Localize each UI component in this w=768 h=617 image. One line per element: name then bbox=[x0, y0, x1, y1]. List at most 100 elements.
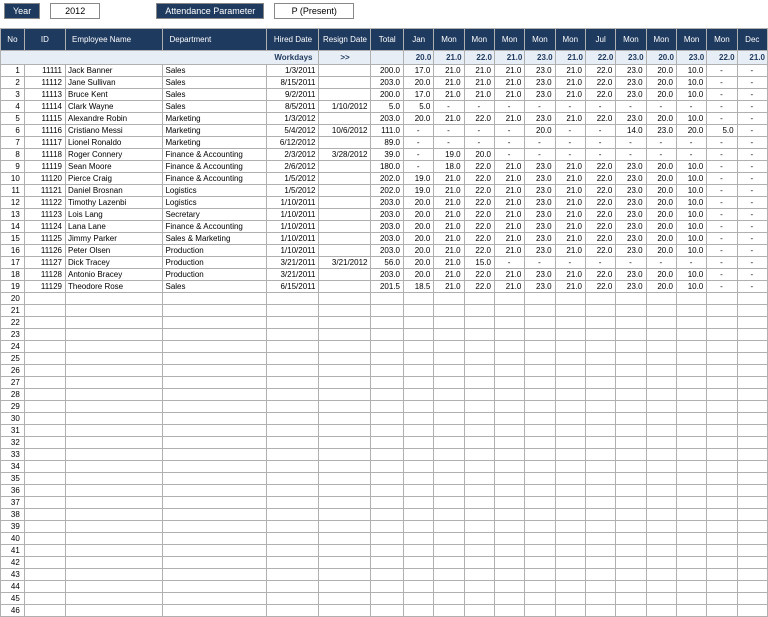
cell[interactable] bbox=[163, 581, 267, 593]
cell[interactable] bbox=[555, 437, 585, 449]
cell[interactable] bbox=[707, 365, 737, 377]
cell[interactable]: - bbox=[707, 185, 737, 197]
cell[interactable] bbox=[737, 329, 767, 341]
cell[interactable] bbox=[494, 389, 524, 401]
cell[interactable] bbox=[737, 473, 767, 485]
cell[interactable] bbox=[494, 401, 524, 413]
cell[interactable] bbox=[464, 509, 494, 521]
cell[interactable]: 20.0 bbox=[646, 269, 676, 281]
table-row-empty[interactable]: 42 bbox=[1, 557, 768, 569]
cell[interactable]: 11119 bbox=[24, 161, 65, 173]
cell[interactable] bbox=[464, 377, 494, 389]
cell[interactable]: 23.0 bbox=[616, 161, 646, 173]
cell[interactable] bbox=[371, 437, 404, 449]
cell[interactable] bbox=[585, 329, 615, 341]
cell[interactable] bbox=[646, 377, 676, 389]
cell[interactable]: 22.0 bbox=[464, 185, 494, 197]
table-row[interactable]: 311113Bruce KentSales9/2/2011200.017.021… bbox=[1, 89, 768, 101]
cell[interactable]: 5.0 bbox=[371, 101, 404, 113]
cell[interactable] bbox=[707, 377, 737, 389]
cell[interactable] bbox=[616, 581, 646, 593]
cell[interactable]: 8/15/2011 bbox=[267, 77, 319, 89]
cell[interactable] bbox=[494, 425, 524, 437]
cell[interactable] bbox=[737, 305, 767, 317]
cell[interactable] bbox=[494, 581, 524, 593]
cell[interactable] bbox=[464, 413, 494, 425]
cell[interactable] bbox=[464, 305, 494, 317]
cell[interactable] bbox=[65, 557, 163, 569]
cell[interactable]: - bbox=[737, 209, 767, 221]
cell[interactable] bbox=[707, 401, 737, 413]
cell[interactable] bbox=[494, 473, 524, 485]
table-row-empty[interactable]: 32 bbox=[1, 437, 768, 449]
cell[interactable] bbox=[525, 509, 555, 521]
cell[interactable]: 28 bbox=[1, 389, 25, 401]
table-row-empty[interactable]: 45 bbox=[1, 593, 768, 605]
cell[interactable] bbox=[707, 509, 737, 521]
cell[interactable] bbox=[464, 461, 494, 473]
cell[interactable] bbox=[371, 581, 404, 593]
cell[interactable]: 203.0 bbox=[371, 77, 404, 89]
cell[interactable] bbox=[555, 497, 585, 509]
cell[interactable] bbox=[555, 545, 585, 557]
cell[interactable] bbox=[65, 593, 163, 605]
cell[interactable] bbox=[464, 569, 494, 581]
cell[interactable]: 21.0 bbox=[555, 89, 585, 101]
cell[interactable] bbox=[319, 89, 371, 101]
cell[interactable]: 11126 bbox=[24, 245, 65, 257]
cell[interactable]: 22.0 bbox=[464, 233, 494, 245]
cell[interactable]: - bbox=[707, 149, 737, 161]
cell[interactable] bbox=[319, 365, 371, 377]
cell[interactable] bbox=[555, 389, 585, 401]
cell[interactable] bbox=[525, 377, 555, 389]
cell[interactable]: 23.0 bbox=[616, 245, 646, 257]
cell[interactable] bbox=[585, 461, 615, 473]
cell[interactable]: 5.0 bbox=[707, 125, 737, 137]
cell[interactable]: - bbox=[464, 137, 494, 149]
cell[interactable]: - bbox=[707, 269, 737, 281]
cell[interactable] bbox=[676, 593, 706, 605]
cell[interactable]: Sales bbox=[163, 65, 267, 77]
cell[interactable]: Antonio Bracey bbox=[65, 269, 163, 281]
cell[interactable] bbox=[494, 569, 524, 581]
table-row[interactable]: 811118Roger ConneryFinance & Accounting2… bbox=[1, 149, 768, 161]
cell[interactable]: - bbox=[494, 137, 524, 149]
cell[interactable]: 21.0 bbox=[434, 185, 464, 197]
cell[interactable]: - bbox=[707, 113, 737, 125]
cell[interactable] bbox=[403, 377, 433, 389]
cell[interactable]: 22.0 bbox=[585, 245, 615, 257]
cell[interactable]: 21.0 bbox=[434, 197, 464, 209]
cell[interactable]: - bbox=[737, 257, 767, 269]
cell[interactable] bbox=[434, 377, 464, 389]
cell[interactable] bbox=[707, 305, 737, 317]
cell[interactable] bbox=[319, 209, 371, 221]
table-row-empty[interactable]: 20 bbox=[1, 293, 768, 305]
cell[interactable] bbox=[525, 485, 555, 497]
cell[interactable]: 21.0 bbox=[555, 245, 585, 257]
cell[interactable]: 22.0 bbox=[464, 209, 494, 221]
cell[interactable] bbox=[434, 605, 464, 617]
cell[interactable]: 35 bbox=[1, 473, 25, 485]
cell[interactable]: 22.0 bbox=[585, 197, 615, 209]
cell[interactable]: 21.0 bbox=[555, 197, 585, 209]
cell[interactable] bbox=[525, 365, 555, 377]
cell[interactable] bbox=[464, 293, 494, 305]
cell[interactable]: 11121 bbox=[24, 185, 65, 197]
cell[interactable] bbox=[585, 497, 615, 509]
cell[interactable]: 23.0 bbox=[616, 209, 646, 221]
cell[interactable] bbox=[585, 437, 615, 449]
cell[interactable] bbox=[555, 401, 585, 413]
cell[interactable] bbox=[319, 197, 371, 209]
cell[interactable] bbox=[24, 377, 65, 389]
cell[interactable] bbox=[676, 581, 706, 593]
cell[interactable]: 20.0 bbox=[646, 197, 676, 209]
cell[interactable]: - bbox=[737, 221, 767, 233]
cell[interactable] bbox=[585, 293, 615, 305]
cell[interactable]: 18 bbox=[1, 269, 25, 281]
cell[interactable] bbox=[737, 389, 767, 401]
table-row[interactable]: 511115Alexandre RobinMarketing1/3/201220… bbox=[1, 113, 768, 125]
cell[interactable] bbox=[616, 521, 646, 533]
cell[interactable]: Timothy Lazenbi bbox=[65, 197, 163, 209]
cell[interactable]: 2/6/2012 bbox=[267, 161, 319, 173]
cell[interactable] bbox=[24, 473, 65, 485]
